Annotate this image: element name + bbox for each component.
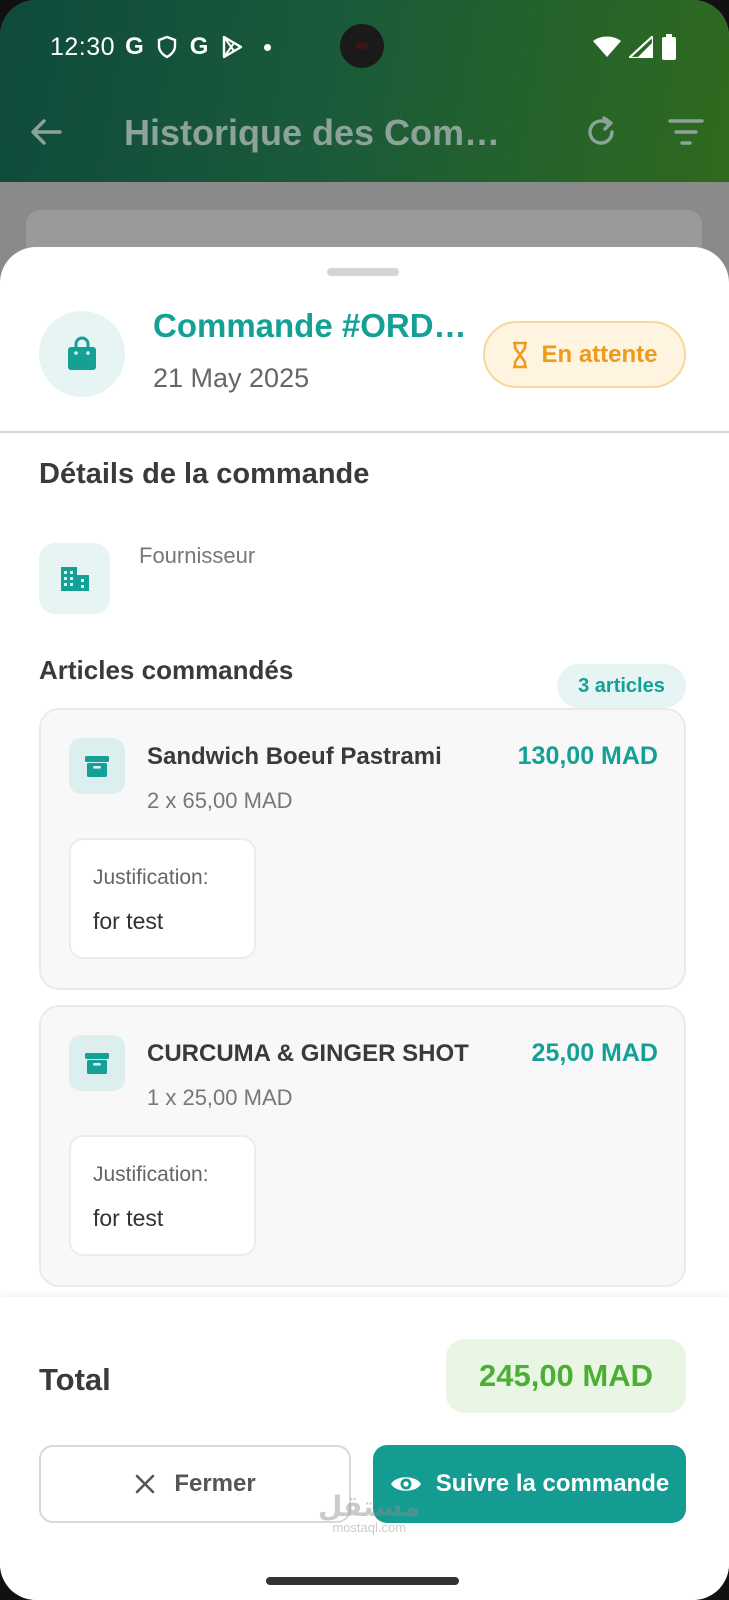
g-icon: G <box>189 33 209 60</box>
archive-box-icon <box>69 1035 125 1091</box>
status-badge: En attente <box>483 321 686 388</box>
order-date: 21 May 2025 <box>153 363 310 393</box>
g-icon: G <box>125 33 144 60</box>
watermark-arabic: مستقل <box>318 1491 421 1522</box>
article-price: 130,00 MAD <box>517 742 658 770</box>
filter-icon[interactable] <box>668 116 704 148</box>
wifi-icon <box>593 36 621 57</box>
total-label: Total <box>39 1362 111 1397</box>
battery-icon <box>662 34 676 60</box>
justification-value: for test <box>93 908 164 934</box>
shield-icon <box>157 35 176 59</box>
justification-label: Justification: <box>93 1163 209 1186</box>
shopping-bag-icon <box>39 311 125 397</box>
refresh-icon[interactable] <box>582 113 620 151</box>
supplier-label: Fournisseur <box>139 543 256 568</box>
sheet-footer: Total 245,00 MAD Fermer Suivre la comman… <box>0 1297 729 1600</box>
follow-order-label: Suivre la commande <box>435 1470 670 1497</box>
close-button-label: Fermer <box>174 1470 256 1497</box>
play-store-icon <box>223 35 243 59</box>
dot-icon <box>264 43 272 51</box>
drag-handle[interactable] <box>327 268 399 276</box>
justification-label: Justification: <box>93 866 209 889</box>
article-quantity: 2 x 65,00 MAD <box>147 788 293 813</box>
articles-section-title: Articles commandés <box>39 655 294 685</box>
archive-box-icon <box>69 738 125 794</box>
justification-box: Justification: for test <box>69 838 256 959</box>
article-price: 25,00 MAD <box>531 1039 658 1067</box>
back-arrow-icon[interactable] <box>28 114 64 150</box>
hourglass-icon <box>513 341 528 368</box>
app-bar: 12:30 G G Historique des Com… <box>0 0 729 182</box>
article-name: Sandwich Boeuf Pastrami <box>147 743 442 770</box>
watermark: مستقل mostaql.com <box>318 1493 420 1535</box>
building-icon <box>39 543 110 614</box>
watermark-latin: mostaql.com <box>332 1520 407 1535</box>
divider <box>0 431 729 433</box>
justification-box: Justification: for test <box>69 1135 256 1256</box>
article-card: CURCUMA & GINGER SHOT 1 x 25,00 MAD 25,0… <box>39 1005 686 1287</box>
toolbar: Historique des Com… <box>0 100 729 166</box>
article-card: Sandwich Boeuf Pastrami 2 x 65,00 MAD 13… <box>39 708 686 990</box>
gesture-nav-bar[interactable] <box>266 1577 459 1585</box>
details-section-title: Détails de la commande <box>39 458 370 490</box>
page-title: Historique des Com… <box>124 112 501 153</box>
articles-count-badge: 3 articles <box>557 664 686 708</box>
total-value: 245,00 MAD <box>446 1339 686 1413</box>
article-name: CURCUMA & GINGER SHOT <box>147 1040 469 1067</box>
close-button[interactable]: Fermer <box>39 1445 351 1523</box>
front-camera <box>340 24 384 68</box>
phone-screen: 12:30 G G Historique des Com… Commande #… <box>0 0 729 1600</box>
justification-value: for test <box>93 1205 164 1231</box>
article-quantity: 1 x 25,00 MAD <box>147 1085 293 1110</box>
order-title: Commande #ORD… <box>153 307 467 344</box>
signal-icon <box>629 36 653 58</box>
close-icon <box>136 1474 155 1494</box>
status-time: 12:30 <box>50 32 116 61</box>
status-label: En attente <box>541 340 658 368</box>
